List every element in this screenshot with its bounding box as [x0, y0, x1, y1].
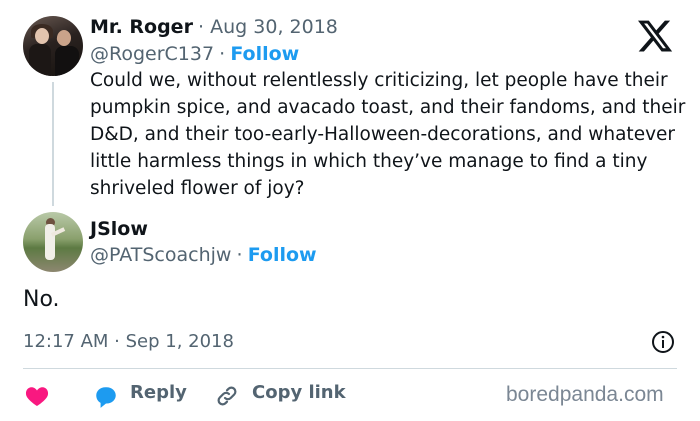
reply-author-name[interactable]: JSlow — [90, 218, 148, 240]
tweet-header-line2: @RogerC137 · Follow — [90, 43, 299, 65]
watermark: boredpanda.com — [506, 383, 664, 406]
tweet-text: Could we, without relentlessly criticizi… — [90, 70, 686, 199]
reply-handle-separator: · — [236, 244, 243, 266]
tweet-date[interactable]: · Aug 30, 2018 — [198, 16, 338, 38]
reply-bubble-icon[interactable] — [93, 384, 119, 410]
follow-button[interactable]: Follow — [230, 43, 299, 65]
handle-separator: · — [219, 43, 226, 65]
reply-timestamp[interactable]: 12:17 AM · Sep 1, 2018 — [23, 331, 234, 352]
reply-author-handle[interactable]: @PATScoachjw — [90, 244, 231, 266]
x-logo-icon[interactable] — [636, 16, 674, 56]
info-icon[interactable] — [651, 330, 675, 354]
reply-button[interactable]: Reply — [130, 382, 187, 403]
author-name[interactable]: Mr. Roger — [90, 16, 193, 38]
copy-link-label: Copy link — [252, 382, 346, 403]
reply-text: No. — [23, 287, 60, 312]
reply-follow-button[interactable]: Follow — [248, 244, 317, 266]
avatar-mr-roger[interactable] — [23, 16, 83, 76]
reply-label: Reply — [130, 382, 187, 403]
thread-connector-line — [52, 82, 54, 206]
tweet-header-line1: Mr. Roger · Aug 30, 2018 — [90, 16, 338, 38]
avatar-jslow[interactable] — [23, 212, 83, 272]
heart-icon[interactable] — [25, 385, 49, 407]
author-handle[interactable]: @RogerC137 — [90, 43, 214, 65]
reply-header-line1: JSlow — [90, 218, 148, 240]
divider — [23, 368, 677, 369]
link-icon[interactable] — [215, 384, 239, 408]
copy-link-button[interactable]: Copy link — [252, 382, 346, 403]
reply-header-line2: @PATScoachjw · Follow — [90, 244, 317, 266]
